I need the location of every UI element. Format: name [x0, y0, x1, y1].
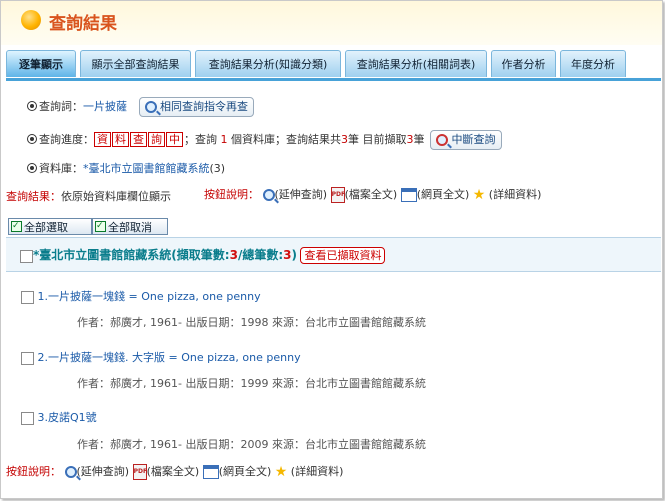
group-checkbox[interactable]: [20, 249, 33, 263]
record-checkbox[interactable]: [21, 290, 34, 304]
record-checkbox[interactable]: [21, 351, 34, 365]
star-icon: ★: [472, 187, 486, 203]
page-header: 查詢結果: [1, 1, 662, 45]
bullet-icon: [27, 163, 37, 173]
check-icon: [11, 218, 22, 235]
record-2: 2.一片披薩一塊錢. 大字版 = One pizza, one penny: [21, 349, 301, 365]
record-meta: 作者：郝廣才, 1961- 出版日期：1998 來源：台北市立圖書館館藏系統: [77, 316, 426, 329]
record-meta: 作者：郝廣才, 1961- 出版日期：1999 來源：台北市立圖書館館藏系統: [77, 377, 426, 390]
progress-line: 查詢進度：資料查詢中；查詢 1 個資料庫；查詢結果共3筆 目前擷取3筆 中斷查詢: [27, 130, 502, 150]
deselect-all-button[interactable]: 全部取消: [92, 218, 168, 235]
database-group-header: *臺北市立圖書館館藏系統(擷取筆數:3/總筆數:3) 查看已擷取資料: [6, 237, 661, 272]
webpage-icon: [202, 465, 219, 479]
check-icon: [95, 218, 106, 235]
result-legend-line: 查詢結果：依原始資料庫欄位顯示: [6, 190, 171, 203]
star-icon: ★: [274, 464, 288, 480]
record-title[interactable]: 3.皮諾Q1號: [38, 411, 97, 424]
query-line: 查詢詞：一片披薩 相同查詢指令再查: [27, 97, 254, 117]
tab-analysis-knowledge[interactable]: 查詢結果分析(知識分類): [195, 50, 341, 77]
magnifier-icon: [64, 466, 77, 478]
view-retrieved-button[interactable]: 查看已擷取資料: [300, 247, 386, 264]
record-title[interactable]: 1.一片披薩一塊錢 = One pizza, one penny: [38, 290, 261, 303]
legend-bottom: 按鈕說明： (延伸查詢) PDF(檔案全文) (網頁全文) ★ (詳細資料): [6, 464, 344, 480]
tab-show-all[interactable]: 顯示全部查詢結果: [80, 50, 191, 77]
record-3: 3.皮諾Q1號: [21, 409, 97, 425]
record-1: 1.一片披薩一塊錢 = One pizza, one penny: [21, 288, 261, 304]
tab-analysis-terms[interactable]: 查詢結果分析(相關詞表): [345, 50, 487, 77]
magnifier-icon: [262, 189, 275, 201]
tab-bar: 逐筆顯示 顯示全部查詢結果 查詢結果分析(知識分類) 查詢結果分析(相關詞表) …: [6, 50, 661, 81]
orange-ball-icon: [21, 10, 41, 30]
stop-magnifier-icon: [436, 134, 448, 146]
page-title: 查詢結果: [49, 14, 117, 34]
record-meta: 作者：郝廣才, 1961- 出版日期：2009 來源：台北市立圖書館館藏系統: [77, 438, 426, 451]
tab-author-analysis[interactable]: 作者分析: [491, 50, 556, 77]
pdf-icon: PDF: [330, 187, 345, 203]
pdf-icon: PDF: [132, 464, 147, 480]
stop-query-button[interactable]: 中斷查詢: [430, 130, 502, 150]
tab-record-view[interactable]: 逐筆顯示: [6, 50, 76, 77]
record-title[interactable]: 2.一片披薩一塊錢. 大字版 = One pizza, one penny: [38, 351, 301, 364]
webpage-icon: [400, 188, 417, 202]
select-all-button[interactable]: 全部選取: [8, 218, 92, 235]
legend: 按鈕說明： (延伸查詢) PDF(檔案全文) (網頁全文) ★ (詳細資料): [204, 187, 542, 203]
magnifier-icon: [144, 101, 157, 113]
tab-year-analysis[interactable]: 年度分析: [560, 50, 626, 77]
bullet-icon: [27, 101, 37, 111]
results-window: 查詢結果 逐筆顯示 顯示全部查詢結果 查詢結果分析(知識分類) 查詢結果分析(相…: [0, 0, 663, 499]
bullet-icon: [27, 134, 37, 144]
database-line: 資料庫：*臺北市立圖書館館藏系統(3): [27, 160, 225, 176]
repeat-query-button[interactable]: 相同查詢指令再查: [138, 97, 254, 117]
database-name[interactable]: *臺北市立圖書館館藏系統: [83, 162, 210, 175]
record-checkbox[interactable]: [21, 411, 34, 425]
query-term[interactable]: 一片披薩: [83, 100, 127, 113]
